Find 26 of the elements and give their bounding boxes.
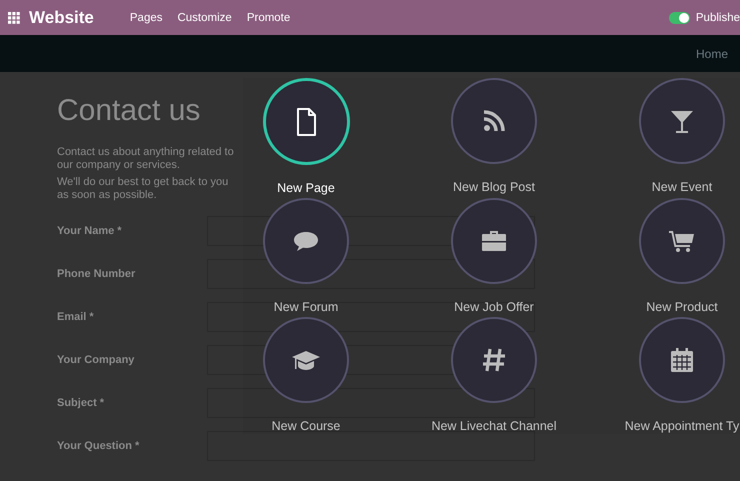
field-label: Email * bbox=[57, 311, 95, 323]
new-content-label: New Forum bbox=[274, 300, 338, 315]
intro-text: We'll do our best to get back to you as soon as possible. bbox=[57, 176, 230, 202]
field-label: Your Company bbox=[57, 354, 136, 366]
publish-label: Publishe bbox=[696, 12, 740, 24]
menu-item[interactable]: Pages bbox=[130, 12, 162, 24]
menu-item[interactable]: Customize bbox=[177, 12, 232, 24]
new-content-label: New Livechat Channel bbox=[431, 419, 557, 434]
apps-grid-icon[interactable] bbox=[8, 12, 20, 24]
new-content-label: New Appointment Ty bbox=[624, 419, 740, 434]
nav-link[interactable]: Home bbox=[696, 46, 728, 60]
app-title: Website bbox=[29, 8, 94, 28]
field-label: Your Name * bbox=[57, 225, 123, 237]
new-content-label: New Product bbox=[646, 300, 718, 315]
new-content-label: New Job Offer bbox=[454, 300, 534, 315]
new-content-label: New Page bbox=[277, 181, 335, 196]
intro-text: Contact us about anything related to our company or services. bbox=[57, 146, 235, 172]
new-content-label: New Course bbox=[272, 419, 340, 434]
field-label: Your Question * bbox=[57, 440, 140, 452]
field-label: Subject * bbox=[57, 397, 106, 409]
new-content-label: New Blog Post bbox=[453, 180, 535, 195]
field-label: Phone Number bbox=[57, 268, 136, 280]
publish-toggle[interactable] bbox=[668, 12, 690, 24]
menu-item[interactable]: Promote bbox=[246, 12, 290, 24]
page-title: Contact us bbox=[57, 94, 200, 128]
new-content-label: New Event bbox=[652, 180, 712, 195]
